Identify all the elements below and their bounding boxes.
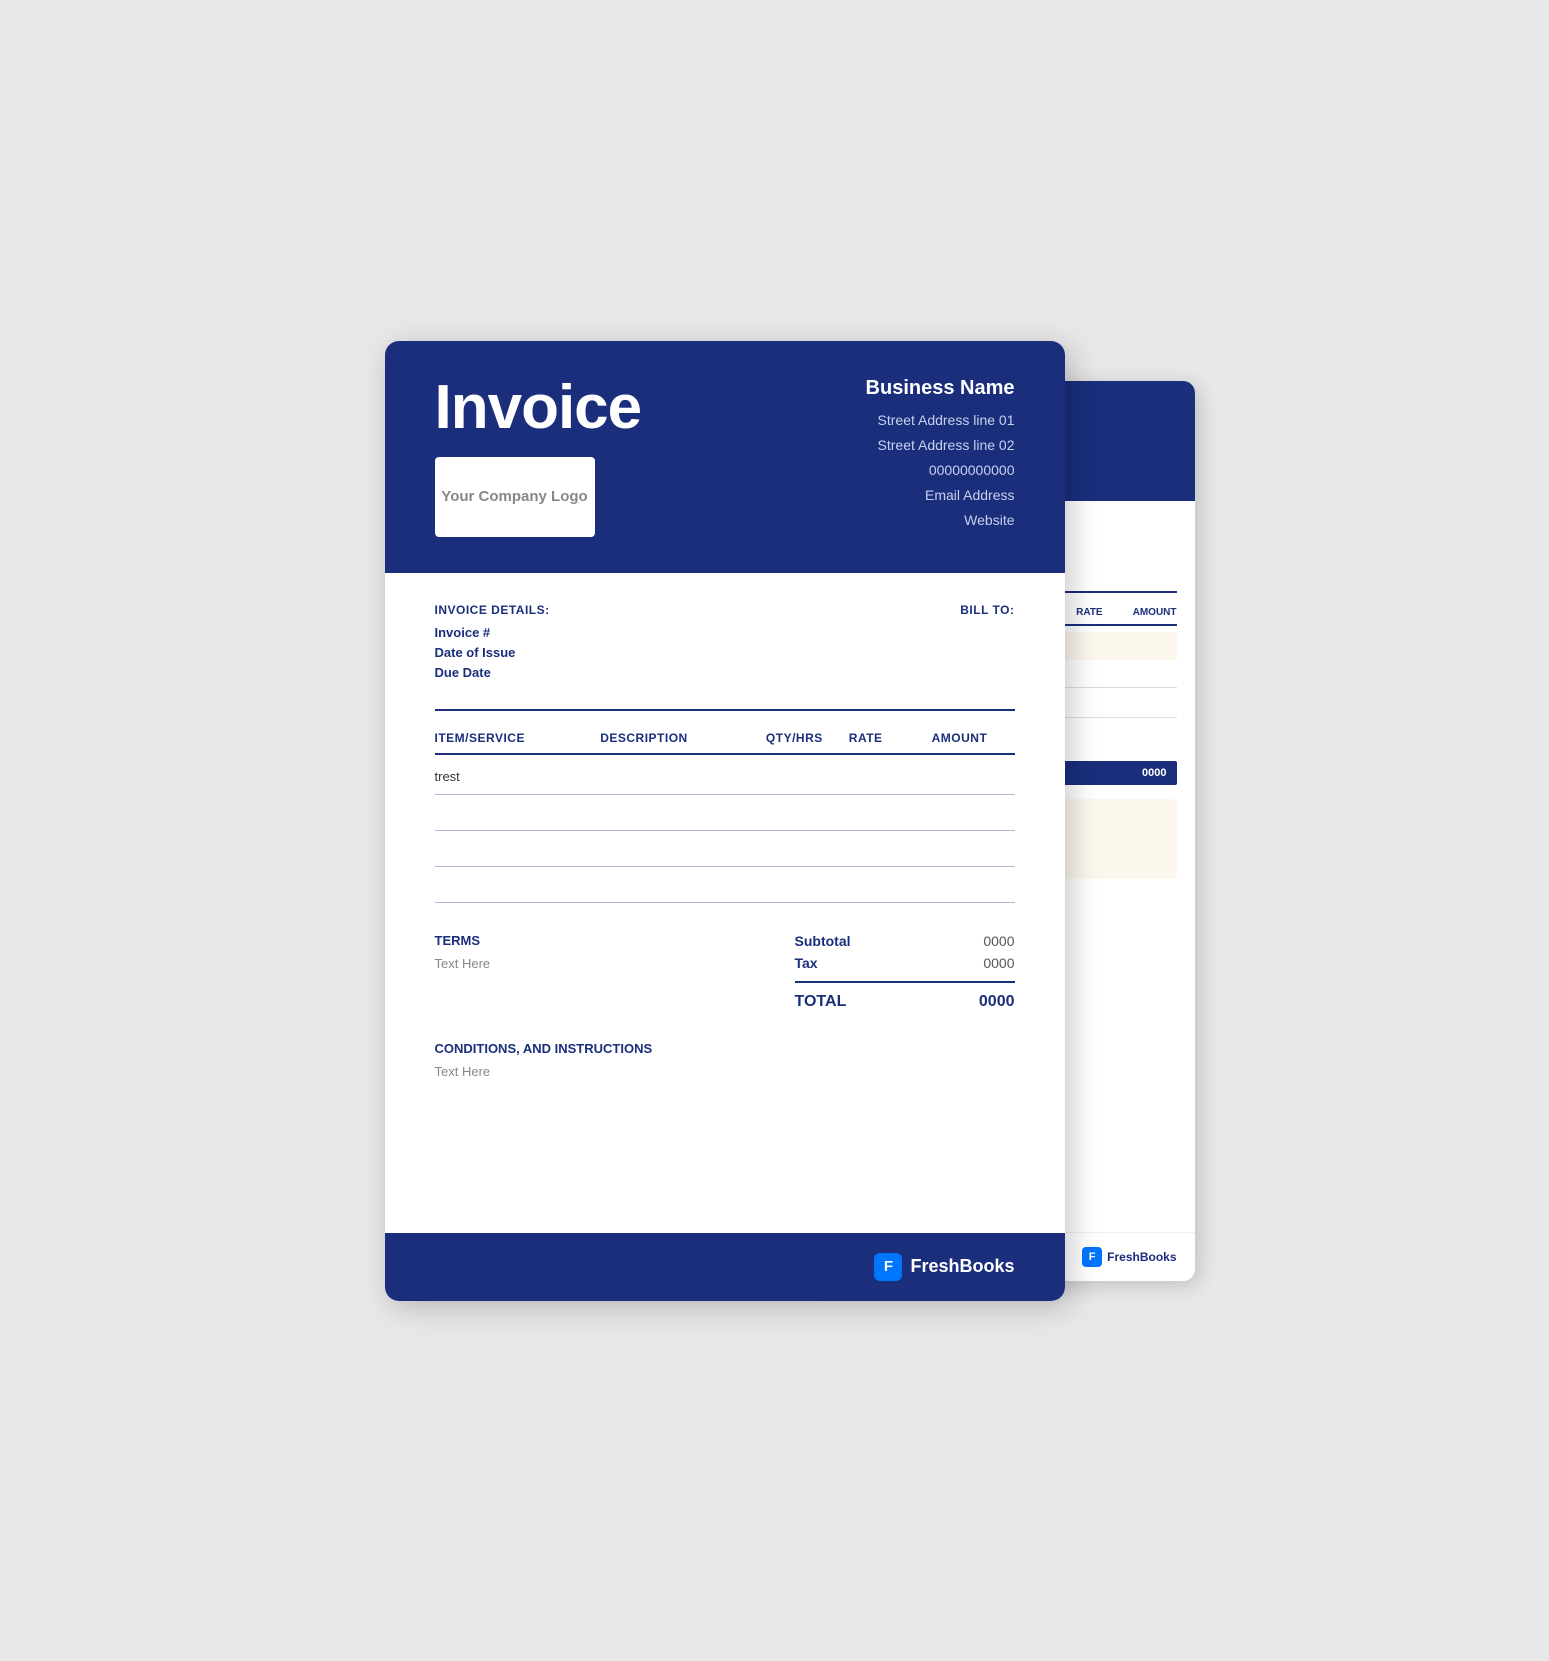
invoice-scene: INVOICE DETAILS: Invoice # 0000 Date of …	[385, 341, 1165, 1321]
items-table: ITEM/SERVICE DESCRIPTION QTY/HRS RATE AM…	[435, 731, 1015, 903]
business-info: Street Address line 01 Street Address li…	[866, 408, 1015, 534]
invoice-details-label: INVOICE DETAILS:	[435, 603, 550, 617]
back-rate-col: RATE	[1076, 607, 1102, 618]
conditions-section: CONDITIONS, AND INSTRUCTIONS Text Here	[435, 1041, 1015, 1079]
front-header-left: Invoice Your Company Logo	[435, 377, 642, 537]
street-address-1: Street Address line 01	[866, 408, 1015, 433]
row4-amount	[932, 877, 1015, 892]
conditions-label: CONDITIONS, AND INSTRUCTIONS	[435, 1041, 1015, 1056]
total-label: TOTAL	[795, 993, 847, 1011]
tax-val: 0000	[983, 955, 1014, 971]
front-body: INVOICE DETAILS: Invoice # Date of Issue…	[385, 573, 1065, 1109]
invoice-front-card: Invoice Your Company Logo Business Name …	[385, 341, 1065, 1301]
subtotal-key: Subtotal	[795, 933, 851, 949]
table-row	[435, 795, 1015, 831]
row1-amount	[932, 769, 1015, 784]
row2-item	[435, 805, 601, 820]
details-left: INVOICE DETAILS: Invoice # Date of Issue…	[435, 603, 550, 685]
freshbooks-label: FreshBooks	[910, 1256, 1014, 1277]
date-of-issue-label: Date of Issue	[435, 645, 550, 660]
col-amount: AMOUNT	[932, 731, 1015, 745]
terms-section: TERMS Text Here	[435, 933, 795, 1011]
front-header-right: Business Name Street Address line 01 Str…	[866, 377, 1015, 534]
section-divider-1	[435, 709, 1015, 711]
table-row	[435, 867, 1015, 903]
due-date-label: Due Date	[435, 665, 550, 680]
col-description: DESCRIPTION	[600, 731, 766, 745]
street-address-2: Street Address line 02	[866, 433, 1015, 458]
back-total-value: 0000	[1142, 767, 1166, 779]
conditions-text: Text Here	[435, 1064, 1015, 1079]
grand-total-row: TOTAL 0000	[795, 993, 1015, 1011]
business-name: Business Name	[866, 377, 1015, 400]
col-qty: QTY/HRS	[766, 731, 849, 745]
subtotal-row: Subtotal 0000	[795, 933, 1015, 949]
details-section: INVOICE DETAILS: Invoice # Date of Issue…	[435, 603, 1015, 685]
totals-section: Subtotal 0000 Tax 0000 TOTAL 0000	[795, 933, 1015, 1011]
email: Email Address	[866, 483, 1015, 508]
logo-box: Your Company Logo	[435, 457, 595, 537]
row4-item	[435, 877, 601, 892]
bill-to-label: BILL TO:	[960, 603, 1014, 617]
row2-qty	[766, 805, 849, 820]
invoice-number-label: Invoice #	[435, 625, 550, 640]
row2-rate	[849, 805, 932, 820]
row4-rate	[849, 877, 932, 892]
back-freshbooks-icon: F	[1082, 1247, 1102, 1267]
front-footer: F FreshBooks	[385, 1233, 1065, 1301]
row1-rate	[849, 769, 932, 784]
row4-description	[600, 877, 766, 892]
back-freshbooks-label: FreshBooks	[1107, 1250, 1176, 1264]
col-rate: RATE	[849, 731, 932, 745]
items-table-header: ITEM/SERVICE DESCRIPTION QTY/HRS RATE AM…	[435, 731, 1015, 755]
terms-text: Text Here	[435, 956, 795, 971]
row1-item: trest	[435, 769, 601, 784]
invoice-title: Invoice	[435, 377, 642, 439]
table-row	[435, 831, 1015, 867]
col-item: ITEM/SERVICE	[435, 731, 601, 745]
tax-key: Tax	[795, 955, 818, 971]
details-right: BILL TO:	[960, 603, 1014, 685]
row4-qty	[766, 877, 849, 892]
row3-qty	[766, 841, 849, 856]
website: Website	[866, 508, 1015, 533]
tax-row: Tax 0000	[795, 955, 1015, 971]
total-value: 0000	[979, 993, 1015, 1011]
phone: 00000000000	[866, 458, 1015, 483]
row3-description	[600, 841, 766, 856]
terms-label: TERMS	[435, 933, 795, 948]
subtotal-val: 0000	[983, 933, 1014, 949]
table-row: trest	[435, 759, 1015, 795]
bottom-section: TERMS Text Here Subtotal 0000 Tax 0000 T…	[435, 933, 1015, 1011]
back-amount-col: AMOUNT	[1133, 607, 1177, 618]
total-divider	[795, 981, 1015, 983]
front-header: Invoice Your Company Logo Business Name …	[385, 341, 1065, 573]
logo-text: Your Company Logo	[441, 487, 587, 507]
row3-rate	[849, 841, 932, 856]
row2-amount	[932, 805, 1015, 820]
freshbooks-logo: F FreshBooks	[874, 1253, 1014, 1281]
row2-description	[600, 805, 766, 820]
row3-item	[435, 841, 601, 856]
freshbooks-icon: F	[874, 1253, 902, 1281]
row3-amount	[932, 841, 1015, 856]
row1-qty	[766, 769, 849, 784]
back-freshbooks-logo: F FreshBooks	[1082, 1247, 1176, 1267]
row1-description	[600, 769, 766, 784]
